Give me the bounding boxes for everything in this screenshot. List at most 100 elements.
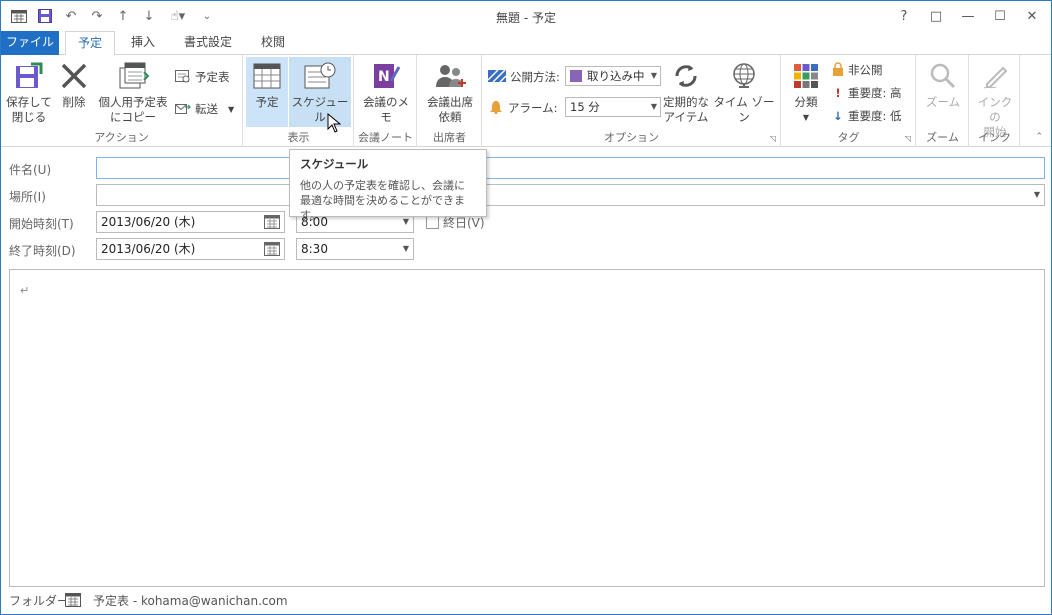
subject-label: 件名(U)	[9, 163, 52, 177]
ribbon: 保存して 閉じる 削除 個人用予定表 にコピー 予定表 転送 ▼ アクション 予…	[1, 55, 1051, 147]
chevron-down-icon: ▼	[228, 104, 235, 114]
group-attendees: 会議出席 依頼 出席者	[418, 55, 482, 147]
forward-icon	[175, 101, 191, 118]
minimize-icon[interactable]: —	[953, 5, 983, 27]
window-controls: ? □ — ☐ ✕	[889, 5, 1047, 27]
folder-label: フォルダー	[9, 594, 70, 608]
save-close-icon	[12, 59, 46, 93]
schedule-clock-icon	[303, 59, 337, 93]
recurrence-icon	[669, 59, 703, 93]
exclamation-icon: !	[835, 86, 841, 100]
show-as-icon	[487, 68, 507, 85]
tooltip-line-2: 最適な時間を決めることができます。	[300, 194, 465, 222]
tooltip-line-1: 他の人の予定表を確認し、会議に	[300, 179, 465, 192]
appointment-view-button[interactable]: 予定	[246, 57, 288, 127]
mouse-cursor-icon	[327, 112, 342, 136]
copy-to-calendar-button[interactable]: 個人用予定表 にコピー	[95, 59, 171, 125]
dialog-launcher-icon[interactable]: ◹	[905, 134, 911, 143]
lock-icon	[832, 61, 844, 79]
group-label-actions: アクション	[94, 131, 149, 144]
tab-review[interactable]: 校閲	[251, 31, 295, 55]
ribbon-display-icon[interactable]: □	[921, 5, 951, 27]
low-importance-button[interactable]: ↓ 重要度: 低	[832, 106, 901, 126]
people-icon	[433, 59, 467, 93]
time-zones-button[interactable]: タイム ゾーン	[711, 59, 777, 125]
subject-input[interactable]	[96, 157, 1045, 179]
tab-format[interactable]: 書式設定	[175, 31, 241, 55]
busy-color-swatch	[570, 70, 582, 82]
group-label-tags: タグ	[837, 131, 860, 144]
globe-icon	[727, 59, 761, 93]
down-arrow-icon: ↓	[833, 109, 843, 123]
reminder-label: アラーム:	[488, 98, 558, 118]
end-date-input[interactable]: 2013/06/20 (木)	[96, 238, 285, 260]
appointment-window: ↶ ↷ ↑ ↓ ☝▾ ⌄ 無題 - 予定 ? □ — ☐ ✕ ファイル 予定 挿…	[0, 0, 1052, 615]
scheduling-assistant-button[interactable]: スケジュール	[289, 57, 351, 127]
schedule-tooltip: スケジュール 他の人の予定表を確認し、会議に 最適な時間を決めることができます。	[289, 149, 487, 222]
svg-text:N: N	[378, 69, 390, 85]
end-time-label: 終了時刻(D)	[9, 244, 76, 258]
bell-icon	[488, 100, 504, 117]
location-label: 場所(I)	[9, 190, 46, 204]
start-inking-button[interactable]: インクの 開始	[973, 59, 1017, 140]
group-label-attendees: 出席者	[433, 131, 466, 144]
chevron-down-icon: ▼	[650, 71, 657, 80]
show-as-select[interactable]: 取り込み中 ▼	[565, 66, 661, 86]
group-label-ink: インク	[978, 131, 1011, 144]
tab-insert[interactable]: 挿入	[121, 31, 165, 55]
group-label-meeting-notes: 会議ノート	[358, 131, 413, 144]
paragraph-mark: ↵	[20, 284, 30, 297]
magnifier-icon	[926, 59, 960, 93]
tab-appointment[interactable]: 予定	[65, 31, 115, 56]
location-input[interactable]: ▼	[96, 184, 1045, 206]
start-date-input[interactable]: 2013/06/20 (木)	[96, 211, 285, 233]
calendar-button[interactable]: 予定表	[175, 67, 230, 87]
categorize-button[interactable]: 分類 ▼	[786, 59, 826, 125]
collapse-ribbon-icon[interactable]: ⌃	[1035, 132, 1043, 142]
maximize-icon[interactable]: ☐	[985, 5, 1015, 27]
tab-file[interactable]: ファイル	[1, 31, 59, 55]
start-time-label: 開始時刻(T)	[9, 217, 74, 231]
calendar-search-icon	[175, 69, 191, 86]
private-button[interactable]: 非公開	[832, 60, 883, 80]
tooltip-title: スケジュール	[300, 157, 369, 171]
calendar-icon[interactable]	[264, 215, 280, 229]
copy-calendar-icon	[116, 59, 150, 93]
invite-attendees-button[interactable]: 会議出席 依頼	[422, 59, 478, 125]
chevron-down-icon: ▼	[402, 244, 409, 253]
group-actions: 保存して 閉じる 削除 個人用予定表 にコピー 予定表 転送 ▼ アクション	[1, 55, 243, 147]
appointment-grid-icon	[250, 59, 284, 93]
delete-icon	[57, 59, 91, 93]
reminder-select[interactable]: 15 分 ▼	[565, 97, 661, 117]
calendar-icon[interactable]	[264, 242, 280, 256]
group-options: 公開方法: 取り込み中 ▼ アラーム: 15 分 ▼ 定期的な アイテム タイム…	[483, 55, 781, 147]
group-zoom: ズーム ズーム	[917, 55, 969, 147]
delete-button[interactable]: 削除	[55, 59, 93, 110]
chevron-down-icon: ▼	[802, 113, 810, 122]
forward-button[interactable]: 転送 ▼	[175, 99, 234, 119]
meeting-notes-button[interactable]: N 会議のメモ	[358, 59, 414, 125]
categorize-icon	[789, 59, 823, 93]
group-label-zoom: ズーム	[926, 131, 959, 144]
pen-icon	[978, 59, 1012, 93]
dialog-launcher-icon[interactable]: ◹	[770, 134, 776, 143]
ribbon-tabs: ファイル 予定 挿入 書式設定 校閲	[1, 31, 1051, 56]
high-importance-button[interactable]: ! 重要度: 高	[832, 83, 901, 103]
group-label-options: オプション	[604, 131, 659, 144]
onenote-icon: N	[369, 59, 403, 93]
calendar-icon	[65, 593, 81, 610]
chevron-down-icon: ▼	[650, 102, 657, 111]
title-bar: ↶ ↷ ↑ ↓ ☝▾ ⌄ 無題 - 予定 ? □ — ☐ ✕	[1, 1, 1051, 31]
group-meeting-notes: N 会議のメモ 会議ノート	[355, 55, 417, 147]
chevron-down-icon[interactable]: ▼	[1034, 185, 1040, 205]
show-as-label: 公開方法:	[487, 67, 560, 87]
close-icon[interactable]: ✕	[1017, 5, 1047, 27]
end-time-select[interactable]: 8:30 ▼	[296, 238, 414, 260]
help-icon[interactable]: ?	[889, 5, 919, 27]
folder-path: 予定表 - kohama@wanichan.com	[93, 594, 288, 608]
group-tags: 分類 ▼ 非公開 ! 重要度: 高 ↓ 重要度: 低 タグ ◹	[782, 55, 916, 147]
zoom-button[interactable]: ズーム	[921, 59, 965, 110]
recurrence-button[interactable]: 定期的な アイテム	[663, 59, 709, 125]
body-editor[interactable]: ↵	[9, 269, 1045, 587]
save-close-button[interactable]: 保存して 閉じる	[5, 59, 53, 125]
